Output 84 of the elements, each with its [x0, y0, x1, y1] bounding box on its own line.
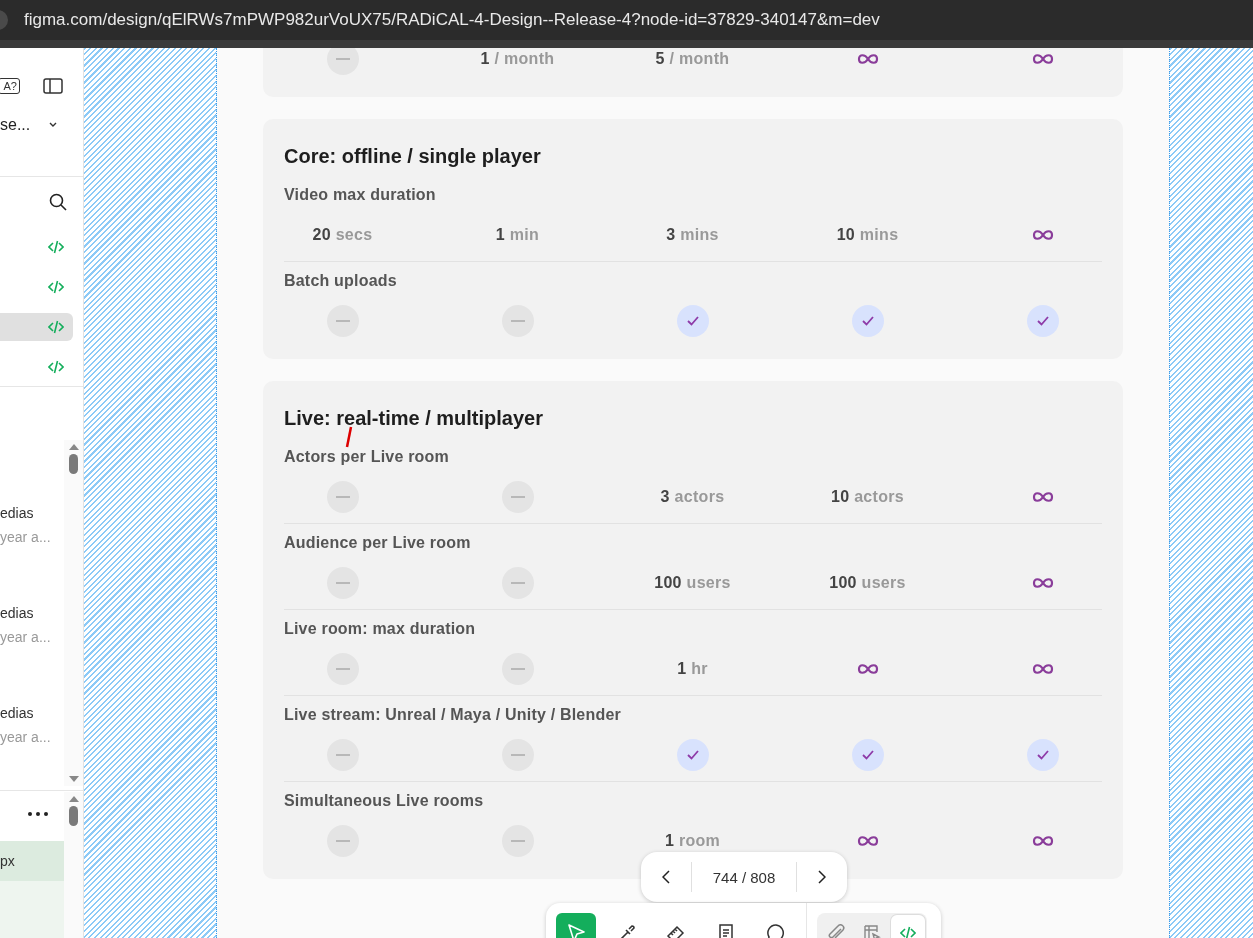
- code-icon: [48, 360, 64, 374]
- feature-label: Actors per Live room: [284, 448, 449, 466]
- check-icon: [1026, 739, 1059, 771]
- list-item-subtitle: year a...: [0, 629, 51, 645]
- feature-label: Live room: max duration: [284, 620, 476, 638]
- code-icon: [48, 280, 64, 294]
- check-icon: [676, 305, 709, 337]
- dash-icon: [501, 481, 534, 513]
- chevron-left-icon: [662, 870, 670, 884]
- list-item-title[interactable]: edias: [0, 705, 51, 721]
- file-name[interactable]: se...: [0, 116, 31, 134]
- comment-icon: [765, 922, 787, 938]
- feature-label: Live stream: Unreal / Maya / Unity / Blender: [284, 706, 621, 724]
- scroll-up-icon[interactable]: [68, 796, 79, 802]
- search-icon[interactable]: [49, 193, 67, 211]
- check-icon: [851, 305, 884, 337]
- value-text: 1 hr: [677, 660, 708, 678]
- scroll-thumb[interactable]: [69, 454, 78, 474]
- infinity-icon: [1030, 53, 1055, 65]
- chevron-right-icon: [818, 870, 826, 884]
- dash-icon: [326, 481, 359, 513]
- list-item-title[interactable]: edias: [0, 605, 51, 621]
- dash-icon: [326, 653, 359, 685]
- value-text: 1 min: [495, 226, 540, 244]
- infinity-icon: [1030, 491, 1055, 503]
- scrollbar[interactable]: [64, 792, 83, 938]
- dash-icon: [326, 567, 359, 599]
- feature-label: Batch uploads: [284, 272, 397, 290]
- check-icon: [851, 739, 884, 771]
- value-text: 5 / month: [655, 50, 730, 68]
- scroll-down-icon[interactable]: [68, 776, 79, 782]
- check-icon: [676, 739, 709, 771]
- chevron-down-icon[interactable]: [48, 122, 58, 128]
- sidebar-toggle-icon[interactable]: [43, 78, 63, 94]
- value-text: 1 / month: [480, 50, 555, 68]
- infinity-icon: [1030, 229, 1055, 241]
- translate-button[interactable]: A?: [0, 78, 20, 94]
- infinity-icon: [1030, 577, 1055, 589]
- dash-icon: [501, 653, 534, 685]
- paperclip-icon: [826, 923, 846, 938]
- property-row-background: [0, 881, 64, 938]
- value-text: 10 mins: [836, 226, 899, 244]
- infinity-icon: [855, 835, 880, 847]
- dash-icon: [501, 567, 534, 599]
- code-icon: [900, 926, 916, 938]
- code-icon: [48, 320, 64, 334]
- value-text: 3 actors: [660, 488, 725, 506]
- dash-icon: [501, 305, 534, 337]
- value-text: 20 secs: [312, 226, 373, 244]
- list-item-subtitle: year a...: [0, 529, 51, 545]
- feature-label: Audience per Live room: [284, 534, 471, 552]
- page-counter: 744 / 808: [711, 868, 777, 886]
- infinity-icon: [1030, 835, 1055, 847]
- list-item-title[interactable]: edias: [0, 505, 51, 521]
- infinity-icon: [855, 663, 880, 675]
- value-text: 100 users: [654, 574, 731, 592]
- feature-label: Simultaneous Live rooms: [284, 792, 484, 810]
- value-text: 3 mins: [666, 226, 719, 244]
- infinity-icon: [855, 53, 880, 65]
- infinity-icon: [1030, 663, 1055, 675]
- value-text: 10 actors: [831, 488, 904, 506]
- cursor-icon: [565, 922, 587, 938]
- scroll-thumb[interactable]: [69, 806, 78, 826]
- code-icon: [48, 240, 64, 254]
- inspect-icon: [862, 923, 882, 938]
- dash-icon: [501, 825, 534, 857]
- value-text: 1 room: [664, 832, 721, 850]
- dash-icon: [326, 305, 359, 337]
- dash-icon: [326, 825, 359, 857]
- dash-icon: [501, 739, 534, 771]
- layer-item[interactable]: [0, 313, 73, 341]
- more-icon[interactable]: [28, 812, 48, 816]
- dash-icon: [326, 48, 359, 75]
- feature-label: Video max duration: [284, 186, 436, 204]
- scrollbar[interactable]: [64, 440, 83, 786]
- section-title: Core: offline / single player: [284, 145, 542, 168]
- scroll-up-icon[interactable]: [68, 444, 79, 450]
- value-text: 100 users: [829, 574, 906, 592]
- section-title: Live: real-time / multiplayer: [284, 407, 544, 430]
- list-item-subtitle: year a...: [0, 729, 51, 745]
- property-value[interactable]: px: [0, 841, 64, 881]
- dash-icon: [326, 739, 359, 771]
- annotation-stroke: [345, 426, 353, 448]
- check-icon: [1026, 305, 1059, 337]
